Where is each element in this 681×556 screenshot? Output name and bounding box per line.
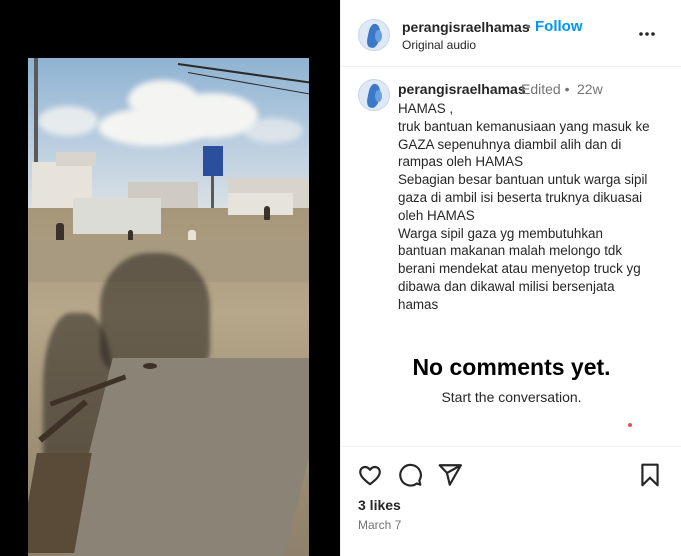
follow-button[interactable]: Follow (535, 18, 583, 35)
no-comments-subtitle: Start the conversation. (441, 389, 582, 405)
post-actions: 3 likes March 7 (341, 446, 681, 556)
header-username[interactable]: perangisraelhamas (402, 19, 530, 35)
likes-count[interactable]: 3 likes (358, 497, 401, 513)
caption-line: dibawa dan dikawal milisi bersenjata (398, 278, 615, 294)
cloud (243, 118, 303, 143)
caption-avatar[interactable] (358, 79, 390, 111)
caption-line: bantuan makanan malah melongo tdk (398, 243, 623, 259)
caption-username[interactable]: perangisraelhamas (398, 81, 526, 97)
caption-line: rampas oleh HAMAS (398, 154, 524, 170)
caption-line: hamas (398, 296, 439, 312)
truck (73, 198, 161, 234)
bookmark-icon[interactable] (637, 462, 663, 488)
caption-line: GAZA sepenuhnya diambil alih dan di (398, 136, 622, 152)
avatar[interactable] (358, 19, 390, 51)
building (56, 152, 96, 166)
person (264, 206, 270, 220)
caption-line: truk bantuan kemanusiaan yang masuk ke (398, 118, 650, 134)
caption-line: berani mendekat atau menyetop truck yg (398, 261, 641, 277)
post-header: perangisraelhamas • Follow Original audi… (341, 0, 681, 67)
caption-text: HAMAS , truk bantuan kemanusiaan yang ma… (398, 100, 664, 314)
truck (228, 193, 293, 215)
post-media[interactable] (0, 0, 340, 556)
video-frame[interactable] (28, 58, 309, 556)
no-comments-title: No comments yet. (412, 354, 611, 380)
comment-icon[interactable] (397, 462, 423, 488)
more-options-icon[interactable] (635, 22, 659, 46)
cloud (38, 106, 98, 136)
share-icon[interactable] (437, 462, 463, 488)
heart-icon[interactable] (357, 462, 383, 488)
caption-line: gaza di ambil isi beserta truknya dikuas… (398, 189, 643, 205)
post-details-panel: perangisraelhamas • Follow Original audi… (340, 0, 681, 556)
road-sign (203, 146, 223, 176)
cloud (98, 108, 208, 146)
audio-link[interactable]: Original audio (402, 38, 476, 52)
caption-line: Sebagian besar bantuan untuk warga sipil (398, 172, 648, 188)
debris (143, 363, 157, 369)
caption-line: Warga sipil gaza yg membutuhkan (398, 225, 603, 241)
notification-dot (628, 423, 632, 427)
caption-timestamp[interactable]: 22w (577, 81, 603, 97)
caption-line: HAMAS , (398, 101, 454, 116)
separator-dot: • (526, 18, 531, 34)
post-date[interactable]: March 7 (358, 518, 401, 532)
shadow (100, 253, 210, 373)
caption-line: oleh HAMAS (398, 207, 475, 223)
edited-label: Edited • (521, 81, 570, 97)
